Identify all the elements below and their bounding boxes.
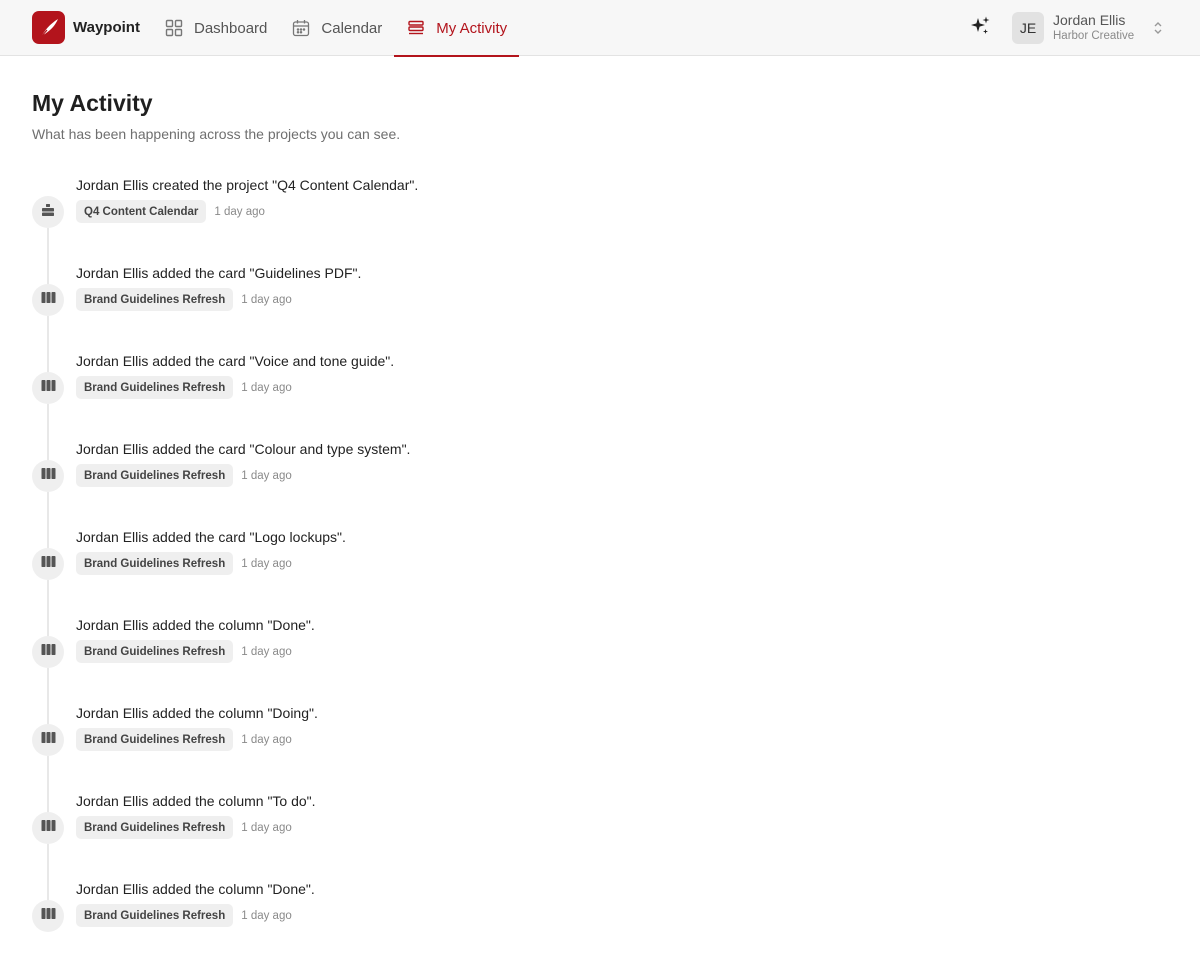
brand-name: Waypoint	[73, 19, 140, 36]
project-tag-link[interactable]: Brand Guidelines Refresh	[76, 552, 234, 575]
project-tag-link[interactable]: Brand Guidelines Refresh	[76, 816, 234, 839]
avatar: JE	[1012, 12, 1044, 44]
activity-meta: Brand Guidelines Refresh 1 day ago	[76, 816, 292, 839]
project-tag-link[interactable]: Q4 Content Calendar	[76, 200, 207, 223]
activity-item: Jordan Ellis added the card "Logo lockup…	[32, 528, 932, 636]
activity-timeline: Jordan Ellis created the project "Q4 Con…	[32, 176, 932, 968]
chevron-up-down-icon	[1152, 20, 1164, 36]
activity-timestamp: 1 day ago	[241, 293, 292, 306]
activity-message: Jordan Ellis added the column "Done".	[76, 881, 315, 897]
activity-meta: Brand Guidelines Refresh 1 day ago	[76, 904, 292, 927]
project-tag-link[interactable]: Brand Guidelines Refresh	[76, 288, 234, 311]
activity-type-badge	[32, 636, 64, 668]
board-columns-icon	[41, 379, 56, 397]
activity-timestamp: 1 day ago	[241, 645, 292, 658]
activity-message: Jordan Ellis added the card "Guidelines …	[76, 265, 362, 281]
activity-item: Jordan Ellis added the card "Colour and …	[32, 440, 932, 548]
activity-type-badge	[32, 372, 64, 404]
project-tag-link[interactable]: Brand Guidelines Refresh	[76, 728, 234, 751]
nav-dashboard[interactable]: Dashboard	[152, 0, 279, 56]
top-bar: Waypoint Dashboard Calendar My Activity …	[0, 0, 1200, 57]
board-columns-icon	[41, 467, 56, 485]
nav-calendar-label: Calendar	[321, 19, 383, 37]
nav-my-activity[interactable]: My Activity	[394, 0, 519, 57]
project-tag-link[interactable]: Brand Guidelines Refresh	[76, 904, 234, 927]
activity-meta: Brand Guidelines Refresh 1 day ago	[76, 464, 292, 487]
activity-item: Jordan Ellis added the card "Voice and t…	[32, 352, 932, 460]
project-tag-link[interactable]: Brand Guidelines Refresh	[76, 640, 234, 663]
sparkles-icon	[969, 15, 991, 42]
waypoint-logo-icon	[32, 11, 65, 44]
activity-message: Jordan Ellis created the project "Q4 Con…	[76, 177, 419, 193]
account-switcher[interactable]: JE Jordan Ellis Harbor Creative	[1012, 11, 1168, 45]
activity-type-badge	[32, 900, 64, 932]
activity-message: Jordan Ellis added the card "Voice and t…	[76, 353, 395, 369]
board-columns-icon	[41, 555, 56, 573]
board-columns-icon	[41, 907, 56, 925]
activity-timestamp: 1 day ago	[241, 557, 292, 570]
activity-item: Jordan Ellis added the column "To do". Br…	[32, 792, 932, 900]
board-columns-icon	[41, 819, 56, 837]
activity-timestamp: 1 day ago	[241, 733, 292, 746]
activity-message: Jordan Ellis added the card "Colour and …	[76, 441, 411, 457]
activity-message: Jordan Ellis added the card "Logo lockup…	[76, 529, 346, 545]
project-icon	[41, 203, 55, 222]
account-details: Jordan Ellis Harbor Creative	[1053, 12, 1134, 44]
activity-meta: Brand Guidelines Refresh 1 day ago	[76, 552, 292, 575]
page-title: My Activity	[32, 90, 153, 116]
activity-item: Jordan Ellis added the column "Done". Bra…	[32, 880, 932, 968]
activity-type-badge	[32, 812, 64, 844]
page-subtitle: What has been happening across the proje…	[32, 126, 401, 142]
activity-meta: Brand Guidelines Refresh 1 day ago	[76, 728, 292, 751]
activity-timestamp: 1 day ago	[241, 821, 292, 834]
account-name: Jordan Ellis	[1053, 12, 1126, 28]
main-nav: Dashboard Calendar My Activity	[152, 0, 519, 57]
activity-timestamp: 1 day ago	[241, 381, 292, 394]
activity-timestamp: 1 day ago	[241, 909, 292, 922]
activity-message: Jordan Ellis added the column "Done".	[76, 617, 315, 633]
grid-icon	[164, 18, 184, 38]
activity-type-badge	[32, 284, 64, 316]
activity-timestamp: 1 day ago	[214, 205, 265, 218]
activity-type-badge	[32, 460, 64, 492]
activity-meta: Brand Guidelines Refresh 1 day ago	[76, 376, 292, 399]
project-tag-link[interactable]: Brand Guidelines Refresh	[76, 464, 234, 487]
activity-message: Jordan Ellis added the column "To do".	[76, 793, 316, 809]
activity-item: Jordan Ellis created the project "Q4 Con…	[32, 176, 932, 284]
activity-type-badge	[32, 548, 64, 580]
board-columns-icon	[41, 643, 56, 661]
activity-meta: Q4 Content Calendar 1 day ago	[76, 200, 265, 223]
board-columns-icon	[41, 291, 56, 309]
calendar-icon	[291, 18, 311, 38]
activity-meta: Brand Guidelines Refresh 1 day ago	[76, 640, 292, 663]
activity-stack-icon	[406, 18, 426, 38]
activity-item: Jordan Ellis added the column "Done". Bra…	[32, 616, 932, 724]
account-org: Harbor Creative	[1053, 30, 1135, 42]
nav-calendar[interactable]: Calendar	[279, 0, 394, 56]
ai-assistant-button[interactable]	[968, 16, 992, 40]
activity-item: Jordan Ellis added the card "Guidelines …	[32, 264, 932, 372]
activity-timestamp: 1 day ago	[241, 469, 292, 482]
activity-item: Jordan Ellis added the column "Doing". Br…	[32, 704, 932, 812]
brand-home-link[interactable]: Waypoint	[32, 11, 140, 44]
activity-type-badge	[32, 196, 64, 228]
activity-message: Jordan Ellis added the column "Doing".	[76, 705, 318, 721]
activity-meta: Brand Guidelines Refresh 1 day ago	[76, 288, 292, 311]
activity-type-badge	[32, 724, 64, 756]
project-tag-link[interactable]: Brand Guidelines Refresh	[76, 376, 234, 399]
nav-my-activity-label: My Activity	[436, 19, 508, 37]
board-columns-icon	[41, 731, 56, 749]
nav-dashboard-label: Dashboard	[194, 19, 268, 37]
